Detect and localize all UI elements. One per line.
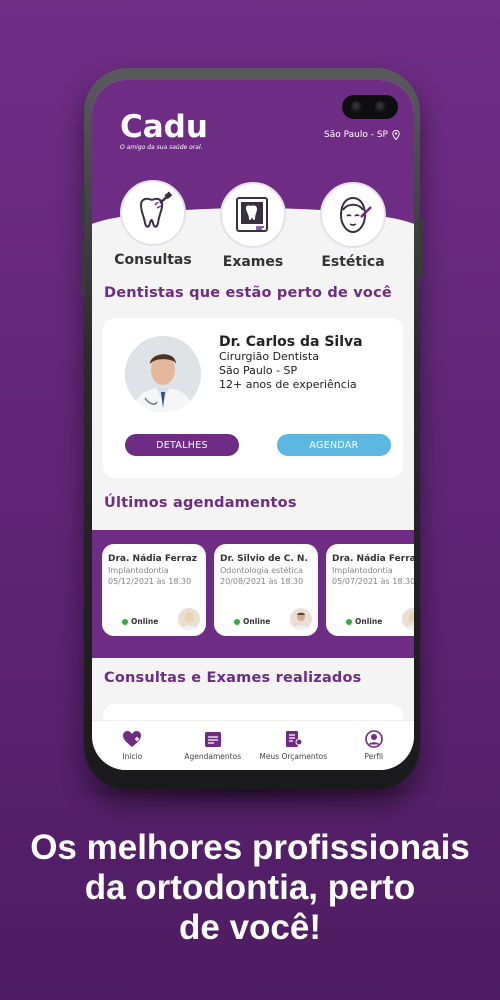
calendar-icon <box>204 732 221 747</box>
appointment-specialty: Odontologia estética <box>220 566 304 575</box>
appointment-date: 20/08/2021 às 18.30 <box>220 577 304 586</box>
face-injection-icon <box>339 196 372 234</box>
appointment-doctor: Dr. Silvio de C. N. <box>220 554 308 564</box>
schedule-button[interactable]: AGENDAR <box>277 434 391 456</box>
front-camera <box>342 95 398 119</box>
tooth-drill-icon <box>139 191 173 228</box>
doctor-city: São Paulo - SP <box>219 364 298 377</box>
bottom-navigation: Inicio Agendamentos Meus Orçamentos Perf… <box>92 720 414 770</box>
appointment-specialty: Implantodontia <box>332 566 393 575</box>
category-label: Exames <box>222 254 284 270</box>
appointment-card[interactable]: Dra. Nádia Ferraz Implantodontia 05/07/2… <box>326 544 414 636</box>
appointment-card[interactable]: Dr. Silvio de C. N. Odontologia estética… <box>214 544 318 636</box>
location-selector[interactable]: São Paulo - SP <box>324 130 400 140</box>
doctor-experience: 12+ anos de experiência <box>219 378 357 391</box>
status-badge: Online <box>346 617 382 626</box>
app-screen: Cadu O amigo da sua saúde oral. São Paul… <box>92 80 414 770</box>
online-dot-icon <box>234 618 240 625</box>
tooth-xray-icon <box>236 197 268 232</box>
details-button[interactable]: DETALHES <box>125 434 239 456</box>
category-consultas[interactable]: Consultas <box>108 180 198 268</box>
nav-inicio[interactable]: Inicio <box>92 730 172 761</box>
appointment-date: 05/07/2021 às 18.30 <box>332 577 414 586</box>
nav-agendamentos[interactable]: Agendamentos <box>173 730 253 761</box>
nav-perfil[interactable]: Perfil <box>334 730 414 761</box>
status-badge: Online <box>122 617 158 626</box>
dentist-card[interactable]: Dr. Carlos da Silva Cirurgião Dentista S… <box>103 318 403 478</box>
doctor-info: Dr. Carlos da Silva Cirurgião Dentista S… <box>219 334 363 392</box>
history-title: Consultas e Exames realizados <box>104 670 362 686</box>
appointment-date: 05/12/2021 às 18.30 <box>108 577 192 586</box>
appointment-doctor: Dra. Nádia Ferraz <box>108 554 197 564</box>
category-exames[interactable]: Exames <box>208 182 298 270</box>
doctor-avatar <box>125 336 201 412</box>
promo-headline: Os melhores profissionais da ortodontia,… <box>30 828 470 947</box>
status-badge: Online <box>234 617 270 626</box>
nav-orcamentos[interactable]: Meus Orçamentos <box>253 730 333 761</box>
doctor-name: Dr. Carlos da Silva <box>219 334 363 350</box>
heart-plus-icon <box>123 731 142 747</box>
category-estetica[interactable]: Estética <box>308 182 398 270</box>
appointment-card[interactable]: Dra. Nádia Ferraz Implantodontia 05/12/2… <box>102 544 206 636</box>
avatar <box>402 608 414 630</box>
online-dot-icon <box>122 618 128 625</box>
category-label: Estética <box>321 254 385 270</box>
appointments-title: Últimos agendamentos <box>104 495 297 511</box>
budget-icon <box>286 731 303 747</box>
online-dot-icon <box>346 618 352 625</box>
avatar <box>290 608 312 630</box>
location-pin-icon <box>392 130 400 140</box>
appointments-carousel[interactable]: Dra. Nádia Ferraz Implantodontia 05/12/2… <box>92 530 414 658</box>
nearby-title: Dentistas que estão perto de você <box>104 285 392 301</box>
app-logo: Cadu O amigo da sua saúde oral. <box>120 109 208 151</box>
avatar <box>178 608 200 630</box>
doctor-role: Cirurgião Dentista <box>219 350 319 363</box>
category-label: Consultas <box>114 252 192 268</box>
profile-icon <box>364 730 383 748</box>
location-label: São Paulo - SP <box>324 130 388 140</box>
appointment-doctor: Dra. Nádia Ferraz <box>332 554 414 564</box>
appointment-specialty: Implantodontia <box>108 566 169 575</box>
